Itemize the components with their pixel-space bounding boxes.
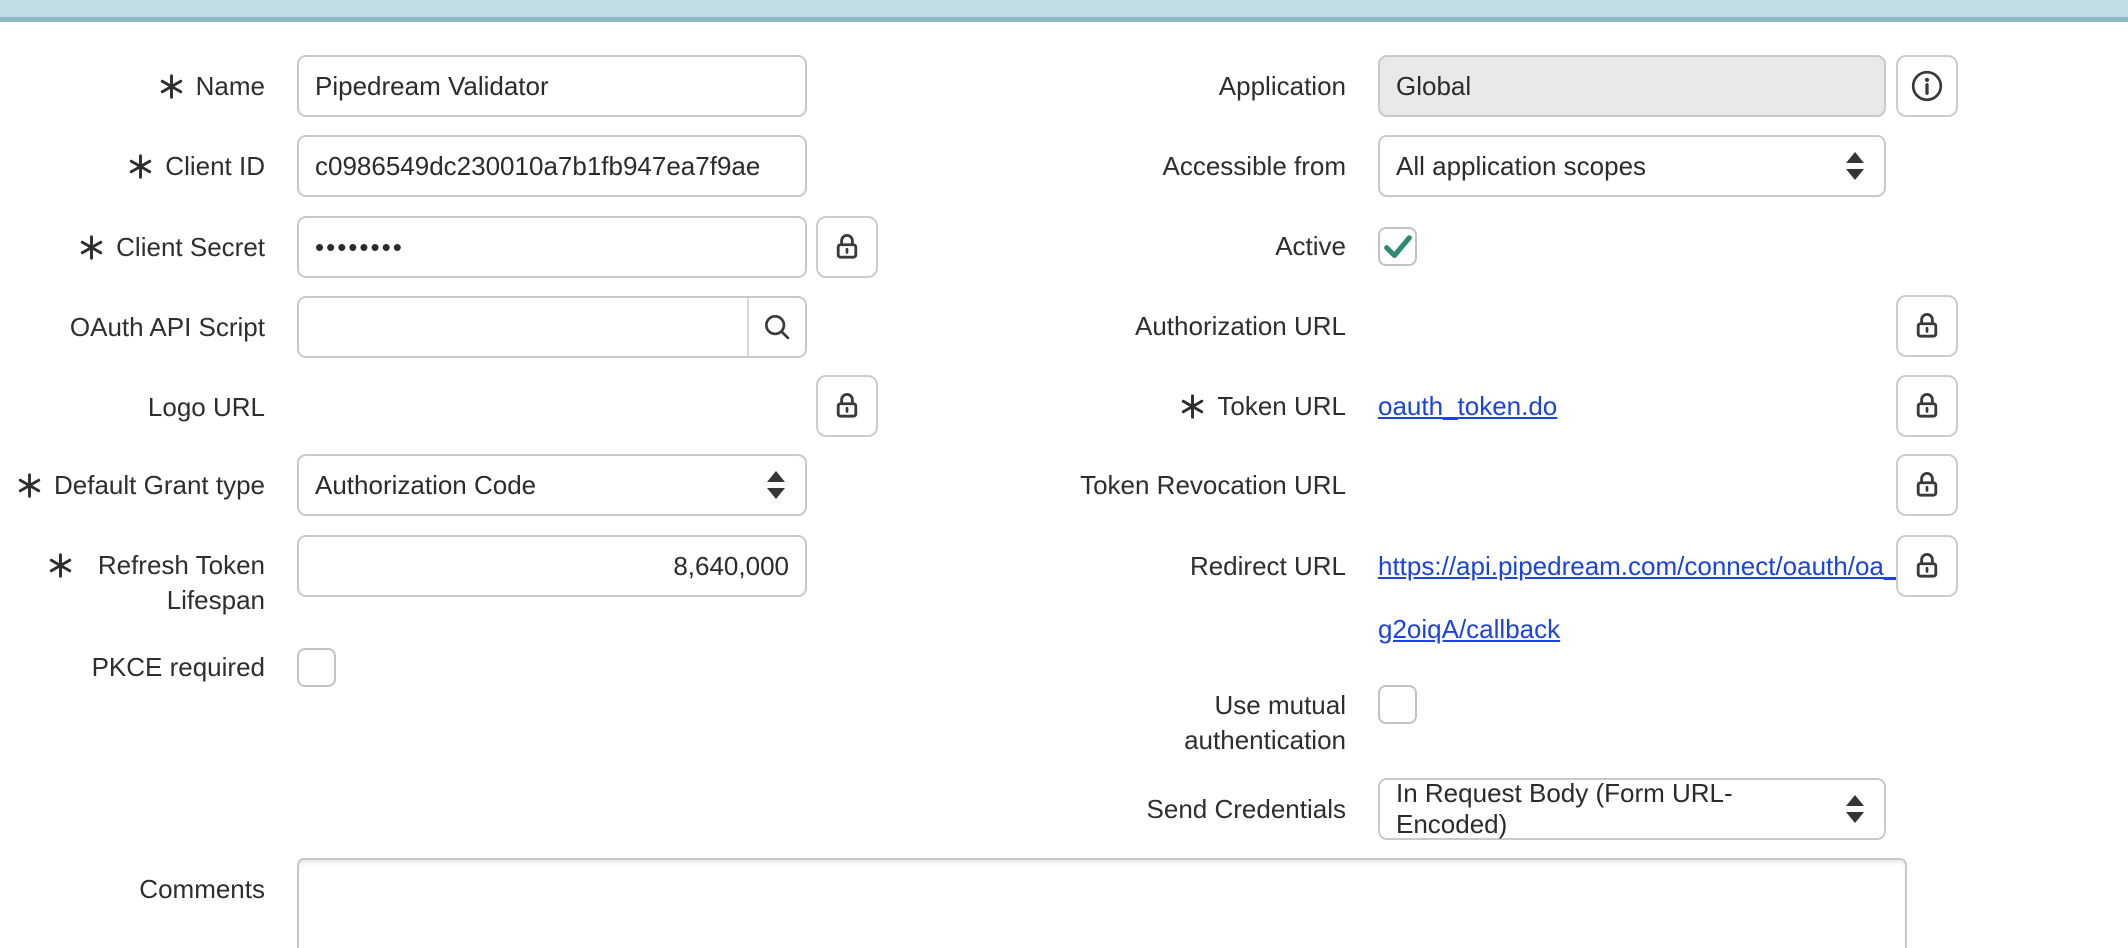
checkmark-icon (1381, 230, 1415, 264)
section-header-bar (0, 0, 2128, 22)
application-label-text: Application (1219, 69, 1346, 104)
use-mutual-authentication-label: Use mutual authentication (1040, 685, 1346, 758)
pkce-required-label-text: PKCE required (92, 650, 265, 685)
token-url-value-row: oauth_token.do (1378, 375, 1557, 437)
token-url-label: Token URL (1040, 375, 1346, 437)
accessible-from-selected-value: All application scopes (1396, 151, 1646, 182)
required-asterisk-icon (16, 468, 43, 503)
lock-icon (830, 389, 864, 423)
accessible-from-select[interactable]: All application scopes (1378, 135, 1886, 197)
token-url-link[interactable]: oauth_token.do (1378, 391, 1557, 422)
required-asterisk-icon (1179, 389, 1206, 424)
accessible-from-label: Accessible from (1040, 135, 1346, 197)
logo-url-lock-button[interactable] (816, 375, 878, 437)
token-revocation-url-label: Token Revocation URL (1040, 454, 1346, 516)
application-label: Application (1040, 55, 1346, 117)
use-mutual-authentication-label-text: Use mutual authentication (1146, 688, 1346, 758)
redirect-url-value-block: https://api.pipedream.com/connect/oauth/… (1378, 535, 1893, 661)
required-asterisk-icon (47, 548, 74, 583)
refresh-token-lifespan-label: Refresh Token Lifespan (10, 535, 265, 618)
lock-icon (1910, 468, 1944, 502)
required-asterisk-icon (158, 69, 185, 104)
application-info-button[interactable] (1896, 55, 1958, 117)
pkce-required-label: PKCE required (10, 648, 265, 687)
info-icon (1909, 68, 1945, 104)
client-id-label: Client ID (10, 135, 265, 197)
oauth-api-script-label-text: OAuth API Script (70, 310, 265, 345)
default-grant-type-selected-value: Authorization Code (315, 470, 536, 501)
logo-url-label-text: Logo URL (148, 390, 265, 425)
client-id-label-text: Client ID (165, 149, 265, 184)
search-icon (761, 311, 793, 343)
oauth-api-script-field[interactable] (297, 296, 807, 358)
lock-icon (1910, 549, 1944, 583)
send-credentials-selected-value: In Request Body (Form URL-Encoded) (1396, 778, 1826, 840)
lock-icon (1910, 389, 1944, 423)
active-label: Active (1040, 227, 1346, 266)
logo-url-label: Logo URL (10, 376, 265, 438)
redirect-url-label-text: Redirect URL (1190, 549, 1346, 584)
lock-icon (830, 230, 864, 264)
use-mutual-authentication-checkbox[interactable] (1378, 685, 1417, 724)
refresh-token-lifespan-label-text: Refresh Token Lifespan (85, 548, 265, 618)
redirect-url-line1: https://api.pipedream.com/connect/oauth/… (1378, 535, 1893, 598)
client-id-input[interactable] (297, 135, 807, 197)
default-grant-type-label-text: Default Grant type (54, 468, 265, 503)
client-secret-lock-button[interactable] (816, 216, 878, 278)
comments-label: Comments (10, 858, 265, 920)
required-asterisk-icon (78, 230, 105, 265)
redirect-url-link[interactable]: https://api.pipedream.com/connect/oauth/… (1378, 535, 1893, 661)
send-credentials-label: Send Credentials (1040, 778, 1346, 840)
oauth-api-script-label: OAuth API Script (10, 296, 265, 358)
lock-icon (1910, 309, 1944, 343)
authorization-url-label-text: Authorization URL (1135, 309, 1346, 344)
authorization-url-lock-button[interactable] (1896, 295, 1958, 357)
client-secret-input[interactable] (297, 216, 807, 278)
default-grant-type-select[interactable]: Authorization Code (297, 454, 807, 516)
pkce-required-checkbox[interactable] (297, 648, 336, 687)
default-grant-type-label: Default Grant type (10, 454, 265, 516)
token-url-lock-button[interactable] (1896, 375, 1958, 437)
token-revocation-url-label-text: Token Revocation URL (1080, 468, 1346, 503)
client-secret-label: Client Secret (10, 216, 265, 278)
reference-lookup-button[interactable] (747, 298, 805, 356)
oauth-api-script-input[interactable] (299, 298, 748, 356)
required-asterisk-icon (127, 149, 154, 184)
client-secret-label-text: Client Secret (116, 230, 265, 265)
redirect-url-label: Redirect URL (1040, 535, 1346, 597)
select-arrows-icon (1846, 152, 1864, 180)
comments-textarea[interactable] (297, 858, 1907, 948)
send-credentials-select[interactable]: In Request Body (Form URL-Encoded) (1378, 778, 1886, 840)
application-input (1378, 55, 1886, 117)
send-credentials-label-text: Send Credentials (1147, 792, 1346, 827)
name-label-text: Name (196, 69, 265, 104)
select-arrows-icon (767, 471, 785, 499)
select-arrows-icon (1846, 795, 1864, 823)
active-label-text: Active (1275, 229, 1346, 264)
active-checkbox[interactable] (1378, 227, 1417, 266)
token-url-label-text: Token URL (1217, 389, 1346, 424)
redirect-url-lock-button[interactable] (1896, 535, 1958, 597)
comments-label-text: Comments (139, 872, 265, 907)
redirect-url-line2: g2oiqA/callback (1378, 598, 1893, 661)
name-input[interactable] (297, 55, 807, 117)
authorization-url-label: Authorization URL (1040, 295, 1346, 357)
accessible-from-label-text: Accessible from (1163, 149, 1347, 184)
name-label: Name (10, 55, 265, 117)
token-revocation-url-lock-button[interactable] (1896, 454, 1958, 516)
refresh-token-lifespan-input[interactable] (297, 535, 807, 597)
